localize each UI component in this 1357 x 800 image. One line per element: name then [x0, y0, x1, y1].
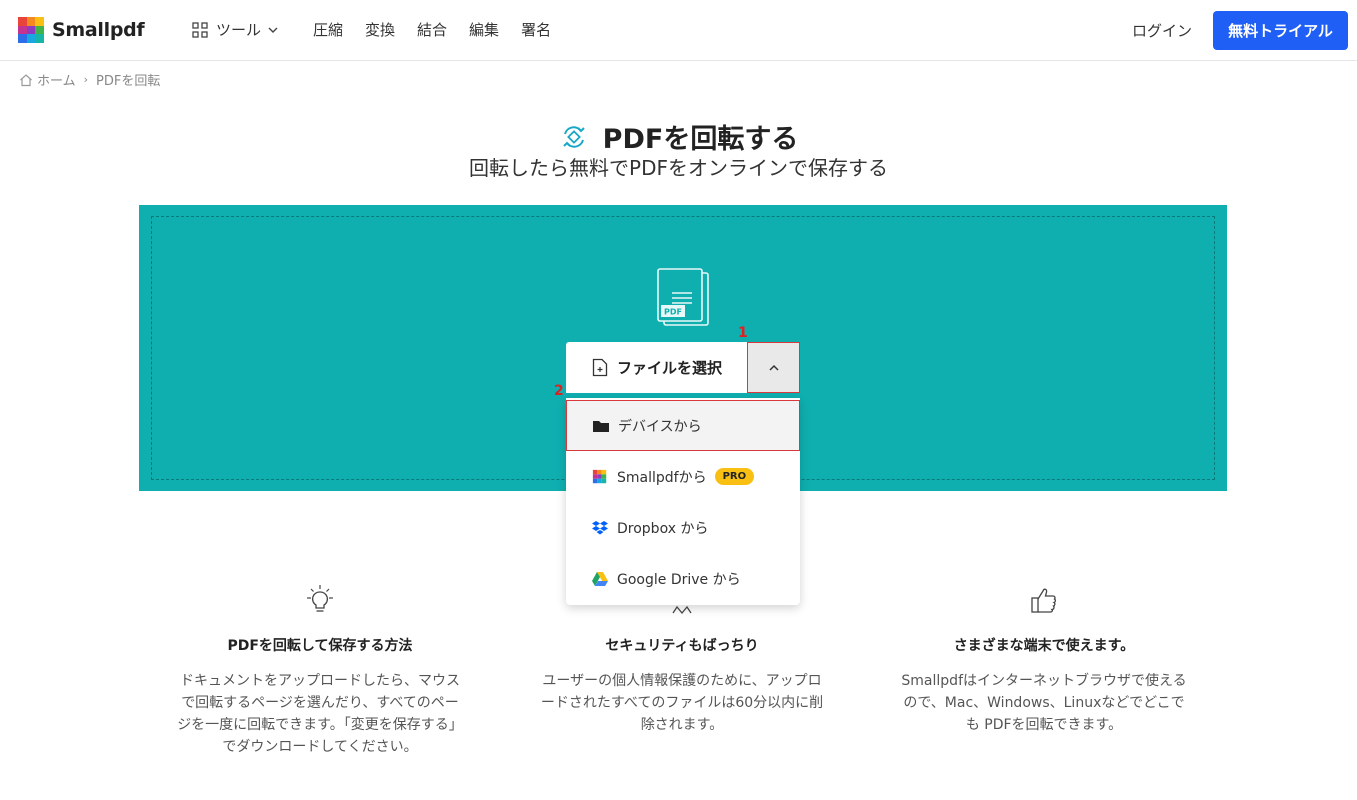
- dropbox-icon: [592, 520, 608, 534]
- file-select-group: ファイルを選択: [566, 342, 800, 393]
- feature-title: セキュリティもばっちり: [605, 638, 759, 654]
- breadcrumb: ホーム › PDFを回転: [19, 70, 160, 89]
- breadcrumb-separator: ›: [83, 73, 89, 86]
- pdf-tag: PDF: [664, 308, 682, 317]
- main-nav: 圧縮 変換 結合 編集 署名: [313, 19, 573, 40]
- feature-devices: さまざまな端末で使えます。 Smallpdfはインターネットブラウザで使えるので…: [899, 583, 1189, 736]
- from-dropbox-option[interactable]: Dropbox から: [566, 502, 800, 553]
- from-smallpdf-label: Smallpdfから: [617, 469, 707, 486]
- grid-icon: [192, 21, 208, 38]
- logo-text: Smallpdf: [52, 19, 145, 41]
- free-trial-button[interactable]: 無料トライアル: [1213, 11, 1348, 50]
- from-dropbox-label: Dropbox から: [617, 520, 709, 537]
- logo[interactable]: Smallpdf: [18, 17, 145, 43]
- feature-title: さまざまな端末で使えます。: [953, 638, 1135, 654]
- tools-label: ツール: [216, 21, 262, 39]
- pdf-documents-icon: PDF: [657, 268, 709, 326]
- nav-compress[interactable]: 圧縮: [313, 19, 343, 40]
- nav-sign[interactable]: 署名: [521, 19, 551, 40]
- top-header: Smallpdf ツール 圧縮 変換 結合 編集 署名 ログイン 無料トライアル: [0, 0, 1357, 61]
- lightbulb-icon: [307, 585, 333, 612]
- choose-file-button[interactable]: ファイルを選択: [566, 342, 747, 393]
- tools-menu[interactable]: ツール: [192, 19, 279, 40]
- home-icon: [20, 73, 32, 86]
- feature-title: PDFを回転して保存する方法: [227, 638, 413, 654]
- nav-edit[interactable]: 編集: [469, 19, 499, 40]
- feature-how-to: PDFを回転して保存する方法 ドキュメントをアップロードしたら、マウスで回転する…: [175, 583, 465, 758]
- page-title-row: PDFを回転する: [0, 117, 1357, 156]
- page-title: PDFを回転する: [602, 124, 799, 155]
- from-device-option[interactable]: デバイスから: [566, 400, 800, 451]
- smallpdf-logo-icon: [18, 17, 44, 43]
- from-device-label: デバイスから: [618, 418, 702, 435]
- feature-security: セキュリティもばっちり ユーザーの個人情報保護のために、アップロードされたすべて…: [537, 583, 827, 736]
- nav-merge[interactable]: 結合: [417, 19, 447, 40]
- folder-icon: [593, 420, 609, 432]
- breadcrumb-current: PDFを回転: [96, 74, 161, 89]
- chevron-up-icon: [768, 364, 779, 371]
- file-add-icon: [592, 358, 608, 377]
- source-dropdown-toggle[interactable]: [747, 342, 800, 393]
- feature-text: ドキュメントをアップロードしたら、マウスで回転するページを選んだり、すべてのペー…: [177, 673, 463, 755]
- stars-icon: [672, 605, 692, 615]
- chevron-down-icon: [268, 27, 278, 33]
- page-subtitle: 回転したら無料でPDFをオンラインで保存する: [469, 156, 888, 180]
- source-dropdown: デバイスから Smallpdfから PRO Dropbox から Google …: [566, 398, 800, 605]
- login-link[interactable]: ログイン: [1132, 20, 1192, 41]
- step-marker-2: 2: [554, 383, 564, 399]
- pro-badge: PRO: [714, 468, 755, 485]
- thumbs-up-icon: [1031, 588, 1057, 613]
- nav-convert[interactable]: 変換: [365, 19, 395, 40]
- rotate-icon: [562, 125, 585, 148]
- choose-file-label: ファイルを選択: [617, 359, 723, 377]
- breadcrumb-home[interactable]: ホーム: [37, 70, 76, 89]
- feature-text: Smallpdfはインターネットブラウザで使えるので、Mac、Windows、L…: [901, 673, 1187, 733]
- step-marker-1: 1: [738, 325, 748, 341]
- feature-text: ユーザーの個人情報保護のために、アップロードされたすべてのファイルは60分以内に…: [540, 673, 824, 733]
- smallpdf-icon: [592, 469, 607, 483]
- from-smallpdf-option[interactable]: Smallpdfから PRO: [566, 451, 800, 502]
